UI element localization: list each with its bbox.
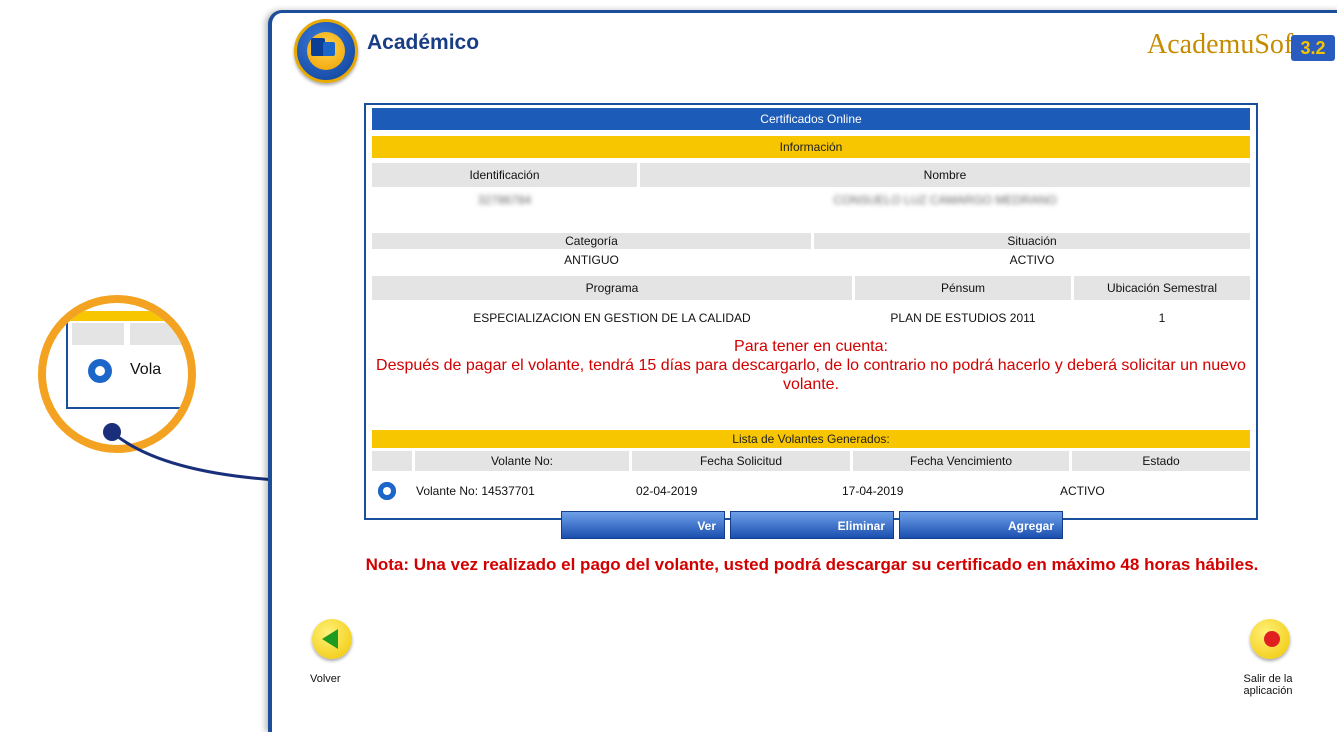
magnified-table-corner: Vola (66, 303, 188, 409)
label-ubicacion: Ubicación Semestral (1074, 276, 1250, 300)
ver-button[interactable]: Ver (561, 511, 725, 539)
list-header-fecha-solicitud: Fecha Solicitud (632, 451, 850, 471)
magnified-header-cell (130, 323, 188, 345)
label-categoria: Categoría (372, 233, 811, 249)
label-pensum: Pénsum (855, 276, 1071, 300)
app-window: Académico AcademuSoft 3.2 Certificados O… (268, 10, 1337, 732)
value-nombre: CONSUELO LUZ CAMARGO MEDRANO (833, 193, 1057, 207)
value-row-id-name: 32786784 CONSUELO LUZ CAMARGO MEDRANO (372, 189, 1250, 211)
cell-volante: Volante No: 14537701 (416, 484, 535, 498)
value-identificacion: 32786784 (477, 193, 532, 207)
table-row[interactable]: Volante No: 14537701 02-04-2019 17-04-20… (372, 477, 1250, 505)
info-section-title: Información (372, 136, 1250, 158)
list-header-row: Volante No: Fecha Solicitud Fecha Vencim… (372, 451, 1250, 471)
back-label[interactable]: Volver (310, 673, 341, 685)
brand-version: 3.2 (1291, 35, 1335, 61)
label-identificacion: Identificación (372, 163, 637, 187)
label-programa: Programa (372, 276, 852, 300)
value-ubicacion: 1 (1158, 311, 1166, 325)
list-section-title: Lista de Volantes Generados: (372, 430, 1250, 448)
back-arrow-icon[interactable] (312, 619, 352, 659)
list-header-select (372, 451, 412, 471)
exit-label[interactable]: Salir de la aplicación (1232, 673, 1304, 697)
app-header: Académico AcademuSoft 3.2 (272, 13, 1337, 83)
certificados-panel: Certificados Online Información Identifi… (364, 103, 1258, 520)
academico-logo-icon (294, 19, 358, 83)
notice-box: Para tener en cuenta: Después de pagar e… (376, 337, 1246, 394)
magnified-radio-icon (88, 359, 112, 383)
value-row-categoria-situacion: ANTIGUO ACTIVO (372, 251, 1250, 269)
label-nombre: Nombre (640, 163, 1250, 187)
list-header-volante: Volante No: (415, 451, 629, 471)
value-row-programa: ESPECIALIZACION EN GESTION DE LA CALIDAD… (372, 308, 1250, 328)
value-categoria: ANTIGUO (564, 253, 619, 267)
payment-note: Nota: Una vez realizado el pago del vola… (365, 555, 1259, 574)
list-header-fecha-vencimiento: Fecha Vencimiento (853, 451, 1069, 471)
eliminar-button[interactable]: Eliminar (730, 511, 894, 539)
magnified-header-cell (72, 323, 124, 345)
list-header-estado: Estado (1072, 451, 1250, 471)
agregar-button[interactable]: Agregar (899, 511, 1063, 539)
header-row-programa: Programa Pénsum Ubicación Semestral (372, 276, 1250, 300)
header-row-categoria-situacion: Categoría Situación (372, 233, 1250, 249)
notice-body: Después de pagar el volante, tendrá 15 d… (376, 357, 1246, 393)
cell-fecha-vencimiento: 17-04-2019 (842, 484, 904, 498)
notice-title: Para tener en cuenta: (734, 338, 888, 355)
page-title: Académico (367, 31, 480, 54)
cell-estado: ACTIVO (1060, 484, 1105, 498)
label-situacion: Situación (814, 233, 1250, 249)
value-pensum: PLAN DE ESTUDIOS 2011 (890, 311, 1036, 325)
value-situacion: ACTIVO (1009, 253, 1055, 267)
exit-icon[interactable] (1250, 619, 1290, 659)
magnified-yellow-bar (70, 311, 188, 321)
panel-title: Certificados Online (372, 108, 1250, 130)
value-programa: ESPECIALIZACION EN GESTION DE LA CALIDAD (473, 311, 751, 325)
radio-select-volante[interactable] (378, 482, 396, 500)
cell-fecha-solicitud: 02-04-2019 (636, 484, 698, 498)
brand-name: AcademuSoft (1147, 29, 1301, 60)
magnifier-callout: Vola (38, 295, 196, 453)
magnified-volante-text: Vola (130, 361, 162, 378)
header-row-id-name: Identificación Nombre (372, 163, 1250, 187)
